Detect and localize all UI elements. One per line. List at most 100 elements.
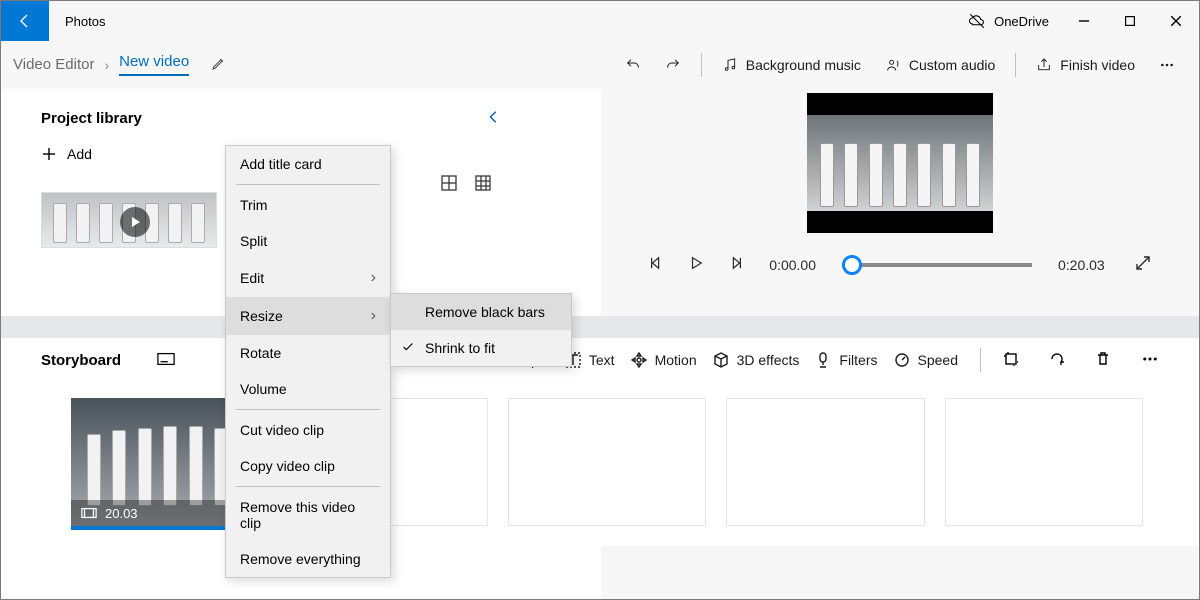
step-forward-button[interactable] [729, 256, 743, 273]
rename-project-button[interactable] [211, 55, 227, 74]
menu-trim[interactable]: Trim [226, 187, 390, 223]
storyboard-title: Storyboard [41, 352, 121, 369]
play-overlay-icon[interactable] [120, 207, 150, 237]
storyboard-more-button[interactable] [1141, 351, 1159, 370]
step-back-icon [649, 256, 663, 270]
play-icon [129, 216, 141, 228]
scrub-handle[interactable] [842, 255, 862, 275]
crop-icon [1003, 351, 1019, 367]
check-icon [401, 340, 415, 357]
music-note-icon [722, 57, 738, 73]
undo-button[interactable] [613, 47, 653, 83]
title-bar: Photos OneDrive [1, 1, 1199, 41]
play-icon [689, 256, 703, 270]
transport-controls: 0:00.00 0:20.03 [649, 255, 1150, 274]
undo-icon [625, 57, 641, 73]
filters-button[interactable]: Filters [815, 352, 877, 368]
film-icon [81, 507, 97, 519]
breadcrumb: Video Editor › New video [13, 53, 227, 76]
speed-icon [894, 352, 910, 368]
play-button[interactable] [689, 256, 703, 273]
section-divider [1, 316, 1199, 338]
text-button[interactable]: Text [565, 352, 615, 368]
step-forward-icon [729, 256, 743, 270]
onedrive-status[interactable]: OneDrive [968, 12, 1061, 30]
person-audio-icon [885, 57, 901, 73]
expand-icon [1135, 255, 1151, 271]
filters-icon [815, 352, 831, 368]
menu-cut-clip[interactable]: Cut video clip [226, 412, 390, 448]
menu-volume[interactable]: Volume [226, 371, 390, 407]
ellipsis-icon [1159, 57, 1175, 73]
submenu-remove-black-bars[interactable]: Remove black bars [391, 294, 571, 330]
menu-rotate[interactable]: Rotate [226, 335, 390, 371]
breadcrumb-root[interactable]: Video Editor [13, 56, 94, 73]
add-title-card-icon-button[interactable] [157, 352, 175, 369]
pencil-icon [211, 55, 227, 71]
resize-submenu: Remove black bars Shrink to fit [390, 293, 572, 367]
clip-duration: 20.03 [105, 506, 138, 521]
title-card-icon [157, 352, 175, 366]
menu-add-title-card[interactable]: Add title card [226, 146, 390, 182]
separator [1015, 53, 1016, 77]
storyboard-empty-slot[interactable] [726, 398, 924, 526]
fullscreen-button[interactable] [1135, 255, 1151, 274]
ellipsis-icon [1141, 351, 1159, 367]
collapse-library-button[interactable] [487, 107, 501, 130]
chevron-right-icon: › [104, 57, 109, 73]
motion-icon [631, 352, 647, 368]
more-button[interactable] [1147, 47, 1187, 83]
clip-context-menu: Add title card Trim Split Edit Resize Ro… [225, 145, 391, 578]
video-preview[interactable] [807, 93, 993, 233]
plus-icon [41, 146, 57, 162]
storyboard-empty-slot[interactable] [945, 398, 1143, 526]
separator [701, 53, 702, 77]
onedrive-label: OneDrive [994, 14, 1049, 29]
grid-large-button[interactable] [441, 175, 457, 194]
menu-remove-this-clip[interactable]: Remove this video clip [226, 489, 390, 541]
3d-effects-button[interactable]: 3D effects [713, 352, 800, 368]
menu-resize[interactable]: Resize [226, 297, 390, 335]
cube-icon [713, 352, 729, 368]
storyboard-toolbar: Storyboard im Split Text Motion 3D effec… [1, 338, 1199, 382]
trash-icon [1095, 351, 1111, 367]
chevron-left-icon [487, 110, 501, 124]
storyboard-track: 20.03 [1, 382, 1199, 546]
library-clip-thumbnail[interactable] [41, 192, 217, 248]
menu-remove-everything[interactable]: Remove everything [226, 541, 390, 577]
delete-button[interactable] [1095, 351, 1111, 370]
separator [980, 348, 981, 372]
crop-button[interactable] [1003, 351, 1019, 370]
minimize-button[interactable] [1061, 1, 1107, 41]
app-title: Photos [49, 14, 105, 29]
storyboard-empty-slot[interactable] [508, 398, 706, 526]
rotate-icon [1049, 351, 1065, 367]
background-music-button[interactable]: Background music [710, 47, 873, 83]
time-total: 0:20.03 [1058, 257, 1105, 273]
back-button[interactable] [1, 1, 49, 41]
grid-2x2-icon [441, 175, 457, 191]
cloud-off-icon [968, 12, 986, 30]
step-back-button[interactable] [649, 256, 663, 273]
close-button[interactable] [1153, 1, 1199, 41]
grid-small-button[interactable] [475, 175, 491, 194]
submenu-shrink-to-fit[interactable]: Shrink to fit [391, 330, 571, 366]
maximize-button[interactable] [1107, 1, 1153, 41]
motion-button[interactable]: Motion [631, 352, 697, 368]
grid-3x3-icon [475, 175, 491, 191]
finish-video-button[interactable]: Finish video [1024, 47, 1147, 83]
menu-copy-clip[interactable]: Copy video clip [226, 448, 390, 484]
breadcrumb-current[interactable]: New video [119, 53, 189, 76]
speed-button[interactable]: Speed [894, 352, 958, 368]
export-icon [1036, 57, 1052, 73]
time-current: 0:00.00 [769, 257, 816, 273]
command-bar: Video Editor › New video Background musi… [1, 41, 1199, 89]
scrub-bar[interactable] [842, 263, 1032, 267]
project-library-title: Project library [41, 110, 142, 127]
custom-audio-button[interactable]: Custom audio [873, 47, 1007, 83]
menu-split[interactable]: Split [226, 223, 390, 259]
menu-edit[interactable]: Edit [226, 259, 390, 297]
redo-icon [665, 57, 681, 73]
rotate-button[interactable] [1049, 351, 1065, 370]
redo-button[interactable] [653, 47, 693, 83]
